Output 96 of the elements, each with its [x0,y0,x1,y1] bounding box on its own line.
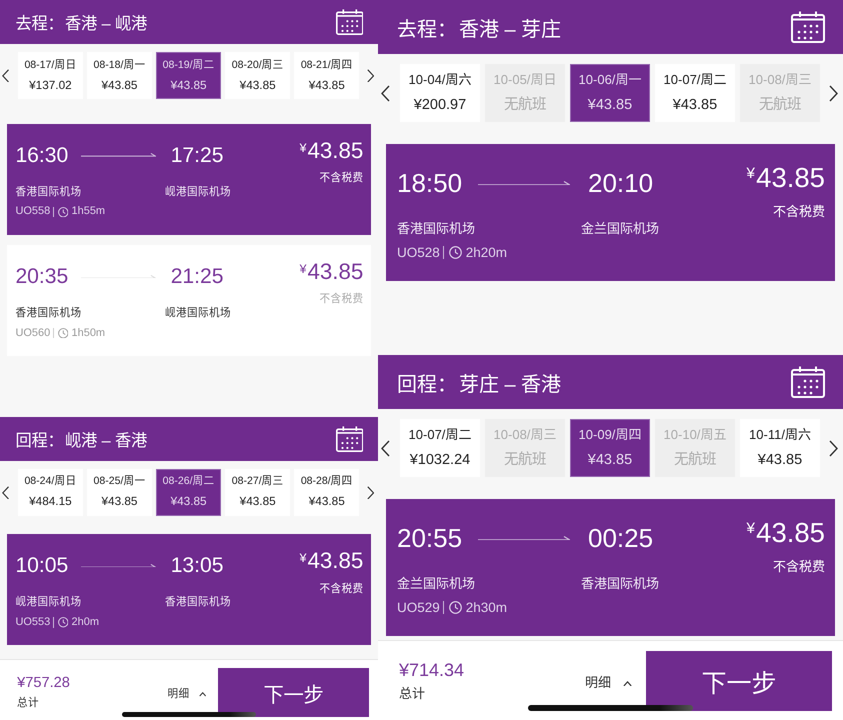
clock-icon [448,246,462,260]
chevron-right-icon[interactable] [828,84,838,102]
date-tab[interactable]: 08-26/周二 ¥43.85 [156,468,222,516]
caret-up-icon [199,692,206,697]
tax-note: 不含税费 [319,172,364,186]
flight-duration: 2h0m [72,616,99,629]
arrival-airport: 香港国际机场 [165,596,231,610]
arrival-airport: 金兰国际机场 [580,220,659,238]
flight-price: $^{¥}$43.85 [300,550,364,572]
flight-card[interactable]: 20:35 21:25 香港国际机场 岘港国际机场 UO560 1h50m $^{¥}$43.85 不含税费 [6,244,372,356]
tax-note: 不含税费 [772,558,825,576]
date-tab[interactable]: 08-27/周三 ¥43.85 [225,468,290,516]
chevron-left-icon[interactable] [2,68,10,82]
flight-duration: 2h20m [466,244,508,261]
tax-note: 不含税费 [772,204,825,221]
chevron-left-icon[interactable] [380,84,390,102]
chevron-right-icon[interactable] [366,68,374,82]
details-button[interactable]: 明细 [168,688,206,702]
date-tab[interactable]: 10-04/周六 ¥200.97 [400,64,480,122]
arrival-airport: 岘港国际机场 [165,186,231,200]
date-tab[interactable]: 08-19/周二 ¥43.85 [156,52,222,100]
date-tab[interactable]: 08-20/周三 ¥43.85 [225,52,290,100]
calendar-icon[interactable] [790,366,825,398]
caret-up-icon [622,680,632,686]
arrival-time: 21:25 [170,266,224,287]
departure-time: 20:35 [15,264,68,288]
departure-time: 16:30 [15,144,68,167]
tax-note: 不含税费 [319,293,364,307]
date-tab[interactable]: 08-28/周四 ¥43.85 [294,468,360,516]
departure-time: 10:05 [15,554,68,577]
date-tab[interactable]: 10-11/周六 ¥43.85 [740,419,820,477]
next-button[interactable]: 下一步 [646,651,832,711]
chevron-left-icon[interactable] [2,486,10,500]
arrival-airport: 香港国际机场 [580,576,659,592]
calendar-icon[interactable] [790,11,825,43]
flight-number: UO529 [396,600,440,616]
flight-price: $^{¥}$43.85 [746,519,825,546]
arrival-time: 00:25 [588,525,654,551]
trip-direction: 回程： [15,430,64,451]
tax-note: 不含税费 [319,582,364,596]
trip-route: 芽庄 – 香港 [458,372,562,396]
next-button[interactable]: 下一步 [218,668,370,717]
departure-time: 18:50 [396,168,462,198]
chevron-left-icon[interactable] [380,440,390,456]
clock-icon [448,601,462,614]
arrival-time: 13:05 [170,555,224,576]
trip-direction: 去程： [15,14,64,34]
flight-price: $^{¥}$43.85 [746,164,825,192]
date-tab[interactable]: 10-07/周二 ¥43.85 [654,64,735,122]
flight-card[interactable]: 20:55 00:25 金兰国际机场 香港国际机场 UO529 2h30m $^{¥}$43.85 不含税费 [386,499,835,636]
departure-time: 20:55 [396,523,462,553]
trip-route: 香港 – 芽庄 [458,18,562,42]
arrival-airport: 岘港国际机场 [165,306,231,321]
clock-icon [58,328,68,338]
calendar-icon[interactable] [336,8,364,35]
departure-airport: 岘港国际机场 [15,596,82,608]
date-tab[interactable]: 10-06/周一 ¥43.85 [570,64,650,122]
date-tab[interactable]: 08-18/周一 ¥43.85 [86,52,152,100]
details-button[interactable]: 明细 [585,674,632,692]
date-tab[interactable]: 10-07/周二 ¥1032.24 [400,419,480,477]
date-tab[interactable]: 10-09/周四 ¥43.85 [570,419,650,477]
flight-number: UO560 [15,326,50,340]
chevron-right-icon[interactable] [366,486,374,500]
date-tab[interactable]: 08-21/周四 ¥43.85 [294,52,360,100]
total-price: ¥714.34 [398,660,464,682]
total-label: 总计 [17,696,40,710]
date-tab[interactable]: 08-25/周一 ¥43.85 [86,468,152,516]
trip-direction: 去程： [396,18,457,42]
trip-route: 岘港 – 香港 [65,430,148,451]
date-tab[interactable]: 08-17/周日 ¥137.02 [18,52,83,100]
total-label: 总计 [398,686,425,704]
flight-duration: 2h30m [466,600,508,616]
total-price: ¥757.28 [17,675,70,694]
date-tab[interactable]: 08-24/周日 ¥484.15 [18,468,83,516]
flight-number: UO553 [15,616,50,629]
departure-airport: 香港国际机场 [15,186,82,198]
trip-direction: 回程： [396,372,457,396]
flight-card[interactable]: 16:30 17:25 香港国际机场 岘港国际机场 UO558 1h55m $^{¥}$43.85 不含税费 [6,124,372,235]
calendar-icon[interactable] [336,426,364,452]
departure-airport: 金兰国际机场 [396,576,475,590]
flight-duration: 1h55m [72,205,106,219]
clock-icon [58,617,68,628]
flight-price: $^{¥}$43.85 [300,140,364,162]
departure-airport: 香港国际机场 [15,306,82,319]
flight-card[interactable]: 10:05 13:05 岘港国际机场 香港国际机场 UO553 2h0m $^{¥}$43.85 不含税费 [6,534,372,646]
flight-price: $^{¥}$43.85 [300,260,364,284]
flight-card[interactable]: 18:50 20:10 香港国际机场 金兰国际机场 UO528 2h20m $^{¥}$43.85 不含税费 [386,144,835,281]
departure-airport: 香港国际机场 [396,220,475,236]
flight-number: UO558 [15,205,50,219]
flight-duration: 1h50m [72,326,106,340]
chevron-right-icon[interactable] [828,440,838,456]
trip-route: 香港 – 岘港 [65,14,148,34]
flight-number: UO528 [396,244,440,261]
clock-icon [58,206,68,218]
arrival-time: 17:25 [170,144,224,166]
arrival-time: 20:10 [588,170,654,196]
